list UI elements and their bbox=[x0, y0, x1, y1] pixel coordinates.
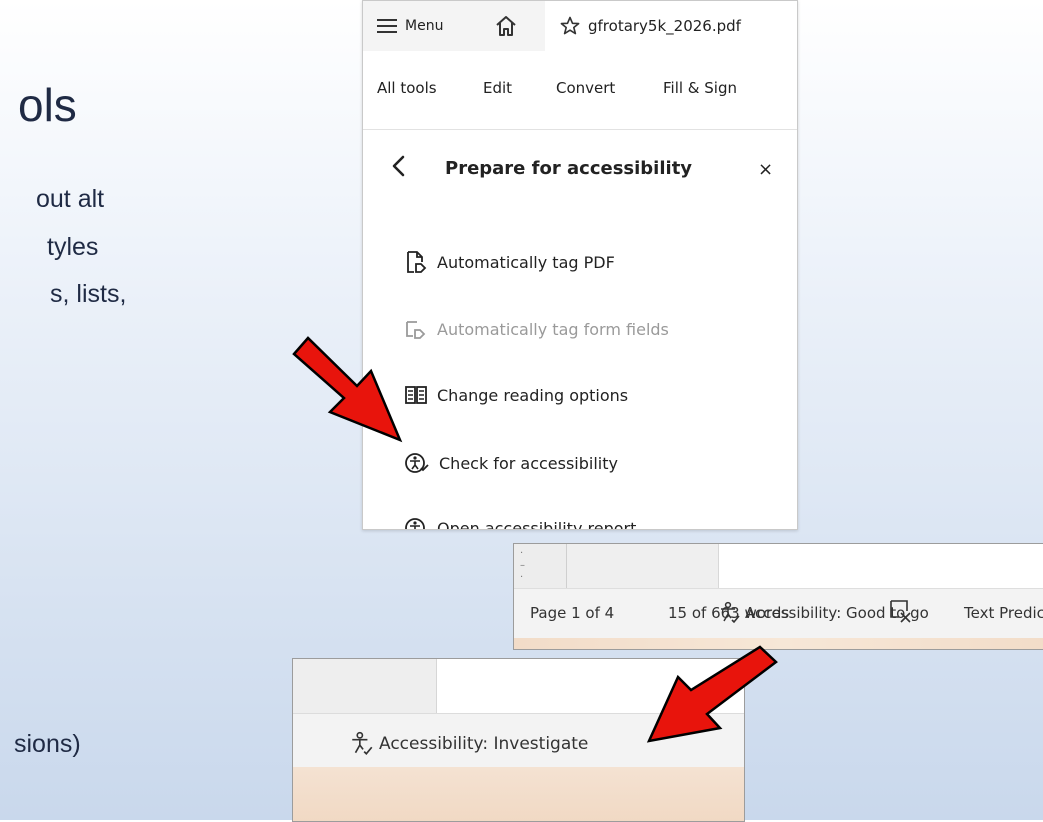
accessibility-check-icon bbox=[405, 453, 429, 473]
status-page-count[interactable]: Page 1 of 4 bbox=[530, 604, 614, 622]
status-accessibility-label: Accessibility: Investigate bbox=[379, 734, 589, 754]
slide-text-line: out alt bbox=[36, 185, 105, 213]
accessibility-person-icon bbox=[352, 731, 373, 756]
close-icon[interactable]: × bbox=[758, 159, 773, 180]
file-name: gfrotary5k_2026.pdf bbox=[588, 17, 741, 35]
option-label: Automatically tag PDF bbox=[437, 252, 615, 272]
status-accessibility-investigate[interactable]: Accessibility: Investigate bbox=[349, 731, 588, 757]
slide-text-line: sions) bbox=[14, 730, 81, 758]
status-accessibility-good[interactable]: Accessibility: Good to go bbox=[718, 601, 929, 625]
option-open-accessibility-report[interactable]: Open accessibility report bbox=[405, 511, 637, 530]
acrobat-tools-panel: Menu gfrotary5k_2026.pdf All tools Edit … bbox=[362, 0, 798, 530]
home-button[interactable] bbox=[493, 13, 519, 39]
word-status-zoom: Accessibility: Investigate bbox=[292, 658, 745, 822]
option-check-for-accessibility[interactable]: Check for accessibility bbox=[405, 446, 618, 480]
hamburger-menu-icon bbox=[377, 19, 397, 33]
file-tab[interactable]: gfrotary5k_2026.pdf bbox=[560, 13, 741, 39]
star-icon[interactable] bbox=[560, 16, 580, 36]
tab-fill-sign[interactable]: Fill & Sign bbox=[663, 79, 737, 97]
slide-text-line: tyles bbox=[47, 233, 99, 261]
option-label: Change reading options bbox=[437, 385, 629, 405]
document-page bbox=[718, 544, 1043, 588]
option-label: Check for accessibility bbox=[439, 453, 618, 473]
reading-options-icon bbox=[405, 386, 427, 404]
option-label: Open accessibility report bbox=[437, 518, 637, 530]
word-status-window: · – · Page 1 of 4 15 of 663 words Text Pre… bbox=[513, 543, 1043, 650]
tab-edit[interactable]: Edit bbox=[483, 79, 512, 97]
option-automatically-tag-form-fields[interactable]: Automatically tag form fields bbox=[405, 312, 669, 346]
status-accessibility-label: Accessibility: Good to go bbox=[745, 604, 929, 622]
acrobat-toolbar: All tools Edit Convert Fill & Sign bbox=[363, 51, 797, 130]
vertical-ruler: · – · bbox=[520, 548, 525, 583]
chevron-left-icon[interactable] bbox=[391, 155, 407, 177]
tag-form-icon bbox=[406, 321, 426, 339]
option-label: Automatically tag form fields bbox=[437, 319, 669, 339]
menu-label: Menu bbox=[405, 18, 444, 34]
option-change-reading-options[interactable]: Change reading options bbox=[405, 378, 628, 412]
panel-title: Prepare for accessibility bbox=[445, 158, 693, 179]
accessibility-person-icon bbox=[721, 601, 740, 624]
menu-button[interactable]: Menu bbox=[377, 15, 443, 37]
status-text-predictions[interactable]: Text Predictions: On bbox=[964, 604, 1043, 622]
home-icon bbox=[496, 16, 516, 36]
option-automatically-tag-pdf[interactable]: Automatically tag PDF bbox=[405, 245, 615, 279]
accessibility-report-icon bbox=[405, 518, 425, 529]
slide-text-line: s, lists, bbox=[50, 280, 127, 308]
tab-convert[interactable]: Convert bbox=[556, 79, 615, 97]
document-page bbox=[436, 659, 744, 713]
window-edge bbox=[514, 638, 1043, 649]
window-edge bbox=[293, 767, 744, 821]
tag-pdf-icon bbox=[407, 251, 427, 273]
tab-all-tools[interactable]: All tools bbox=[377, 79, 437, 97]
slide-heading: ols bbox=[18, 79, 77, 131]
